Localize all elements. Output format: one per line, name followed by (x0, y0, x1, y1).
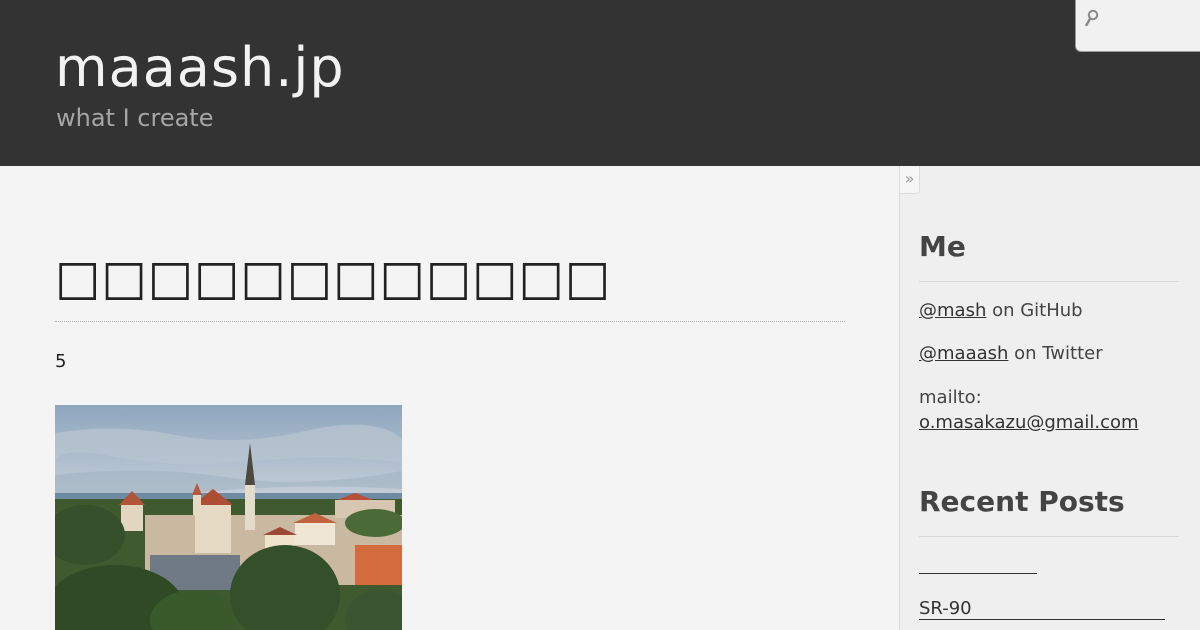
sidebar-divider (919, 536, 1179, 537)
mailto-label: mailto: (919, 387, 982, 408)
github-link[interactable]: @mash (919, 300, 986, 321)
twitter-suffix: on Twitter (1008, 343, 1103, 364)
sidebar-divider (919, 281, 1179, 282)
post-title[interactable]: □□□□□□□□□□□□ (55, 250, 611, 306)
main-content: □□□□□□□□□□□□ 5 (0, 166, 899, 630)
title-divider (55, 321, 845, 322)
site-title-link[interactable]: maaash.jp (55, 36, 345, 100)
search-icon (1085, 9, 1099, 27)
twitter-link[interactable]: @maaash (919, 343, 1008, 364)
sidebar-heading-me: Me (919, 230, 966, 263)
search-box (1075, 0, 1200, 52)
post-photo-tallinn-old-town[interactable] (55, 405, 402, 630)
post-body-text: 5 (55, 351, 67, 372)
recent-post-link[interactable]: SR-90 (919, 597, 1165, 620)
sidebar-collapse-toggle[interactable]: » (899, 166, 920, 194)
sidebar-heading-recent-posts: Recent Posts (919, 485, 1125, 518)
twitter-line: @maaash on Twitter (919, 342, 1103, 366)
github-line: @mash on GitHub (919, 299, 1083, 323)
github-suffix: on GitHub (986, 300, 1083, 321)
site-header: maaash.jp what I create (0, 0, 1200, 166)
site-subtitle: what I create (56, 104, 214, 132)
search-input[interactable] (1100, 6, 1199, 44)
email-line: o.masakazu@gmail.com (919, 411, 1139, 435)
recent-post-link[interactable] (919, 551, 1037, 574)
email-link[interactable]: o.masakazu@gmail.com (919, 412, 1139, 433)
